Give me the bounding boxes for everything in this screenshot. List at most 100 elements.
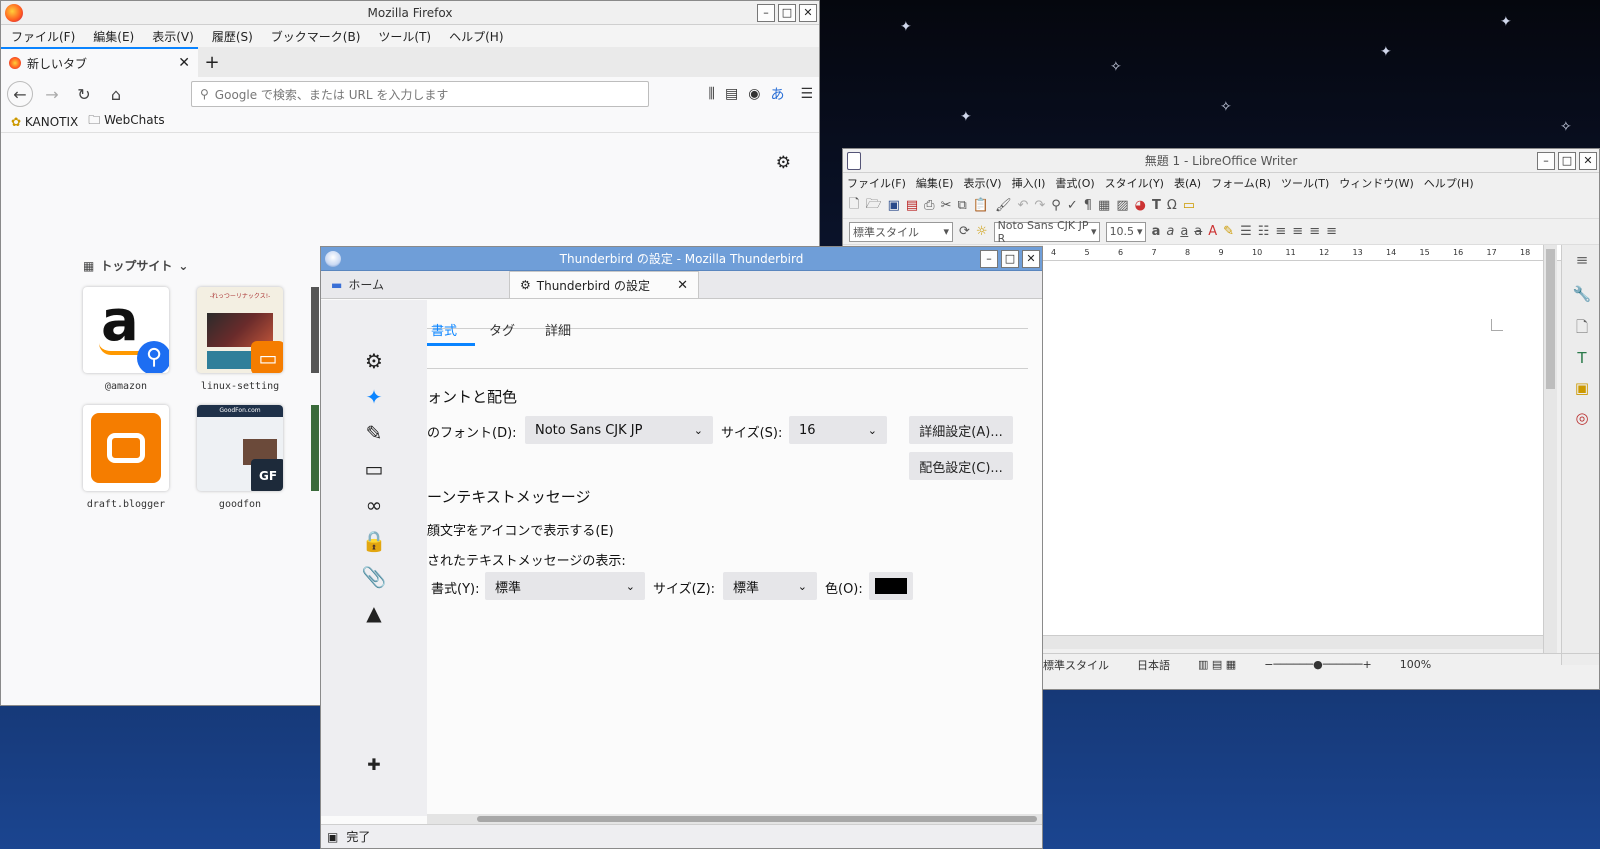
- paragraph-style-select[interactable]: 標準スタイル ▾: [849, 221, 953, 242]
- horizontal-ruler[interactable]: 4 5 6 7 8 9 10 11 12 13 14 15 16 17 18: [1043, 245, 1563, 261]
- pane-tab-format[interactable]: 書式: [427, 320, 476, 346]
- maximize-button[interactable]: □: [1558, 152, 1576, 170]
- special-character-icon[interactable]: Ω: [1167, 198, 1177, 213]
- new-tab-button[interactable]: +: [198, 49, 226, 77]
- menu-styles[interactable]: スタイル(Y): [1105, 175, 1164, 191]
- chart-icon[interactable]: ◕: [1135, 198, 1146, 213]
- quoted-size-select[interactable]: 標準 ⌄: [723, 572, 817, 600]
- menu-history[interactable]: 履歴(S): [212, 28, 253, 45]
- minimize-button[interactable]: –: [1537, 152, 1555, 170]
- underline-icon[interactable]: a: [1180, 224, 1188, 239]
- update-style-icon[interactable]: ⟳: [959, 224, 970, 239]
- menu-help[interactable]: ヘルプ(H): [449, 28, 503, 45]
- status-language[interactable]: 日本語: [1137, 657, 1170, 673]
- topsites-header[interactable]: ▦ トップサイト ⌄: [83, 257, 188, 274]
- new-document-icon[interactable]: 🗋: [849, 195, 859, 217]
- bookmark-kanotix[interactable]: ✿ KANOTIX: [11, 115, 78, 129]
- close-button[interactable]: ✕: [1579, 152, 1597, 170]
- menu-insert[interactable]: 挿入(I): [1012, 175, 1046, 191]
- redo-icon[interactable]: ↷: [1034, 198, 1045, 213]
- close-button[interactable]: ✕: [799, 4, 817, 22]
- firefox-titlebar[interactable]: Mozilla Firefox – □ ✕: [1, 1, 819, 25]
- scroll-thumb[interactable]: [1546, 249, 1555, 389]
- font-name-select[interactable]: Noto Sans CJK JP R ▾: [993, 219, 1100, 245]
- status-view-icons[interactable]: ▥ ▤ ▦: [1198, 658, 1236, 671]
- maximize-button[interactable]: □: [778, 4, 796, 22]
- menu-view[interactable]: 表示(V): [152, 28, 194, 45]
- sparkle-icon[interactable]: ✦: [361, 384, 387, 410]
- menu-view[interactable]: 表示(V): [963, 175, 1001, 191]
- minimize-button[interactable]: –: [980, 250, 998, 268]
- attachment-icon[interactable]: 📎: [361, 564, 387, 590]
- pane-tab-tags[interactable]: タグ: [489, 320, 515, 346]
- topsite-tile[interactable]: draft.blogger: [83, 405, 169, 510]
- reload-button[interactable]: ↻: [71, 81, 97, 107]
- menu-form[interactable]: フォーム(R): [1211, 175, 1271, 191]
- default-font-select[interactable]: Noto Sans CJK JP ⌄: [525, 416, 713, 444]
- open-folder-icon[interactable]: 🗁: [865, 195, 881, 217]
- quoted-style-select[interactable]: 標準 ⌄: [485, 572, 645, 600]
- maximize-button[interactable]: □: [1001, 250, 1019, 268]
- strikethrough-icon[interactable]: a: [1194, 224, 1202, 239]
- print-icon[interactable]: ⎙: [924, 198, 934, 213]
- menu-window[interactable]: ウィンドウ(W): [1339, 175, 1413, 191]
- menu-format[interactable]: 書式(O): [1055, 175, 1094, 191]
- translate-icon[interactable]: あ: [770, 84, 784, 104]
- horizontal-scrollbar[interactable]: [1043, 635, 1543, 649]
- sidebar-menu-icon[interactable]: ≡: [1572, 251, 1592, 271]
- scroll-thumb[interactable]: [477, 816, 1037, 822]
- emoticon-checkbox-label[interactable]: 顔文字をアイコンで表示する(E): [427, 520, 614, 539]
- justify-icon[interactable]: ≡: [1326, 224, 1337, 239]
- bold-icon[interactable]: a: [1152, 224, 1161, 239]
- menu-table[interactable]: 表(A): [1174, 175, 1201, 191]
- properties-icon[interactable]: 🔧: [1572, 285, 1592, 305]
- menu-bookmarks[interactable]: ブックマーク(B): [271, 28, 361, 45]
- quoted-color-picker[interactable]: [869, 572, 913, 600]
- forward-button[interactable]: →: [39, 81, 65, 107]
- colors-button[interactable]: 配色設定(C)...: [909, 452, 1013, 480]
- pencil-icon[interactable]: ✎: [361, 420, 387, 446]
- bookmark-webchats[interactable]: 🗀 WebChats: [88, 111, 164, 132]
- spelling-icon[interactable]: ✓: [1067, 198, 1078, 213]
- zoom-slider[interactable]: −──────●──────+: [1264, 658, 1372, 671]
- align-right-icon[interactable]: ≡: [1309, 224, 1320, 239]
- close-tab-icon[interactable]: ✕: [677, 278, 688, 293]
- formatting-marks-icon[interactable]: ¶: [1084, 198, 1092, 213]
- close-tab-icon[interactable]: ✕: [178, 55, 190, 71]
- account-icon[interactable]: ◉: [748, 86, 760, 102]
- addons-puzzle-icon[interactable]: ✚: [361, 752, 387, 778]
- highlight-icon[interactable]: ✎: [1223, 224, 1234, 239]
- horizontal-scrollbar[interactable]: [427, 814, 1042, 824]
- page-icon[interactable]: 🗋: [1572, 317, 1592, 337]
- gallery-icon[interactable]: ▣: [1572, 379, 1592, 399]
- find-replace-icon[interactable]: ⚲: [1051, 198, 1061, 213]
- paste-icon[interactable]: 📋: [973, 198, 989, 213]
- comment-icon[interactable]: ▭: [1183, 198, 1195, 213]
- align-center-icon[interactable]: ≡: [1292, 224, 1303, 239]
- cut-icon[interactable]: ✂: [941, 198, 952, 213]
- undo-icon[interactable]: ↶: [1017, 198, 1028, 213]
- bullets-icon[interactable]: ☰: [1240, 224, 1252, 239]
- tab-settings[interactable]: ⚙ Thunderbird の設定 ✕: [509, 271, 699, 298]
- navigator-icon[interactable]: ◎: [1572, 409, 1592, 429]
- table-icon[interactable]: ▦: [1098, 198, 1110, 213]
- new-style-icon[interactable]: ☼: [976, 224, 988, 239]
- italic-icon[interactable]: a: [1166, 224, 1174, 239]
- menu-edit[interactable]: 編集(E): [93, 28, 134, 45]
- image-icon[interactable]: ▨: [1116, 198, 1128, 213]
- chat-icon[interactable]: ▭: [361, 456, 387, 482]
- menu-file[interactable]: ファイル(F): [847, 175, 906, 191]
- pane-tab-advanced[interactable]: 詳細: [545, 320, 571, 346]
- zoom-level[interactable]: 100%: [1400, 658, 1431, 671]
- text-box-icon[interactable]: T: [1152, 198, 1161, 213]
- privacy-mask-icon[interactable]: ∞: [361, 492, 387, 518]
- document-page[interactable]: [1043, 261, 1543, 635]
- export-pdf-icon[interactable]: ▤: [906, 198, 918, 213]
- wizard-hat-icon[interactable]: ▲: [361, 600, 387, 626]
- status-page-style[interactable]: 標準スタイル: [1043, 657, 1109, 673]
- copy-icon[interactable]: ⧉: [957, 198, 966, 213]
- sidebar-icon[interactable]: ▤: [725, 86, 738, 102]
- url-bar[interactable]: ⚲ Google で検索、または URL を入力します: [191, 81, 649, 107]
- menu-edit[interactable]: 編集(E): [916, 175, 954, 191]
- font-color-icon[interactable]: A: [1208, 224, 1217, 239]
